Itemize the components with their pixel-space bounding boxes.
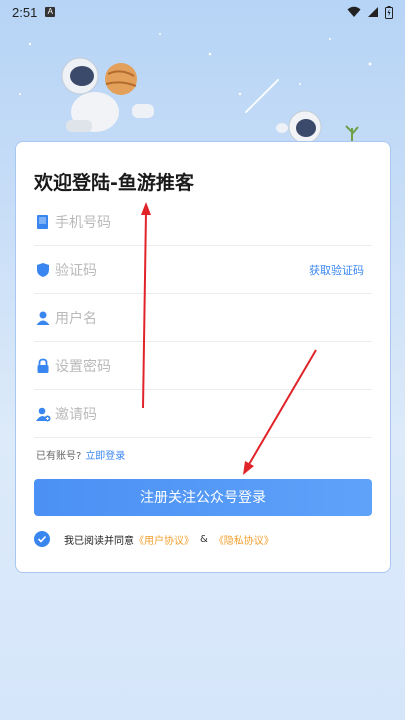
- invite-field[interactable]: 邀请码: [34, 390, 372, 438]
- status-icons: [347, 5, 393, 19]
- small-astronaut-icon: [276, 110, 322, 144]
- have-account-row: 已有账号? 立即登录: [36, 447, 125, 462]
- register-card: 欢迎登陆-鱼游推客 手机号码 验证码 获取验证码 用户名 设置密码 邀请码 已有…: [15, 141, 391, 573]
- notification-badge-icon: A: [45, 7, 56, 17]
- plant-icon: [345, 125, 359, 142]
- battery-icon: [385, 5, 393, 19]
- signal-icon: [368, 7, 378, 17]
- wifi-icon: [347, 6, 361, 17]
- check-icon: [37, 535, 47, 543]
- get-code-button[interactable]: 获取验证码: [309, 262, 364, 278]
- invite-input[interactable]: 邀请码: [55, 404, 372, 424]
- user-icon: [34, 309, 52, 327]
- shield-icon: [34, 261, 52, 279]
- astronaut-icon: [61, 57, 154, 132]
- phone-input[interactable]: 手机号码: [55, 212, 372, 232]
- code-field[interactable]: 验证码 获取验证码: [34, 246, 372, 294]
- status-bar: 2:51 A: [0, 0, 405, 24]
- ampersand: &: [200, 533, 208, 545]
- add-user-icon: [34, 405, 52, 423]
- have-account-text: 已有账号?: [36, 451, 82, 462]
- password-input[interactable]: 设置密码: [55, 356, 372, 376]
- book-icon: [34, 213, 52, 231]
- status-time: 2:51: [12, 4, 38, 20]
- privacy-policy-link[interactable]: 《隐私协议》: [214, 532, 274, 547]
- hero-illustration: [19, 33, 372, 144]
- user-agreement-link[interactable]: 《用户协议》: [134, 532, 194, 547]
- password-field[interactable]: 设置密码: [34, 342, 372, 390]
- page-title: 欢迎登陆-鱼游推客: [34, 172, 194, 194]
- username-field[interactable]: 用户名: [34, 294, 372, 342]
- login-link[interactable]: 立即登录: [85, 451, 125, 462]
- register-button[interactable]: 注册关注公众号登录: [34, 479, 372, 516]
- username-input[interactable]: 用户名: [55, 308, 372, 328]
- code-input[interactable]: 验证码: [55, 260, 309, 280]
- phone-field[interactable]: 手机号码: [34, 198, 372, 246]
- lock-icon: [34, 357, 52, 375]
- agree-text: 我已阅读并同意: [64, 535, 134, 547]
- agree-checkbox[interactable]: [34, 531, 50, 547]
- agreement-row: 我已阅读并同意 《用户协议》 & 《隐私协议》: [34, 531, 274, 547]
